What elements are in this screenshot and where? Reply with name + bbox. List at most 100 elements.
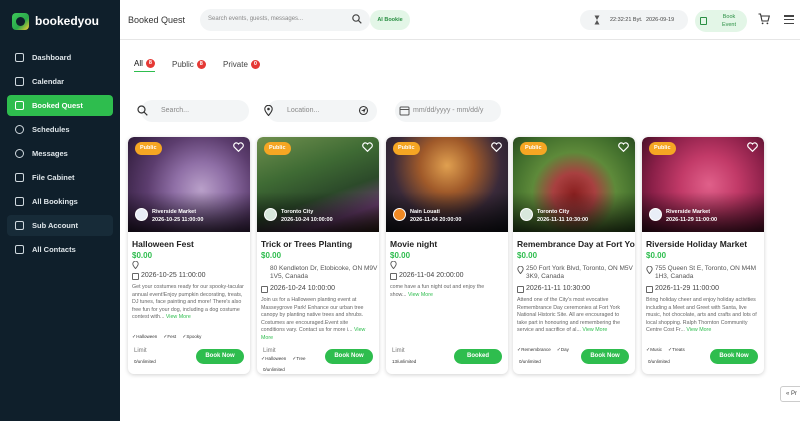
view-more-link[interactable]: View More <box>582 327 607 333</box>
tag: Remembrance <box>517 347 551 353</box>
event-description: Attend one of the City's most evocative … <box>517 297 621 334</box>
book-now-button[interactable]: Book Now <box>196 349 244 364</box>
event-price: $0.00 <box>132 251 153 260</box>
sidebar-item-schedules[interactable]: Schedules <box>7 119 113 140</box>
date-placeholder: mm/dd/yyyy - mm/dd/y <box>413 107 484 114</box>
book-event-button[interactable]: Book Event <box>695 10 747 32</box>
host-datetime: 2026-10-24 10:00:00 <box>281 217 333 223</box>
hourglass-icon <box>594 15 600 25</box>
event-price: $0.00 <box>517 251 538 260</box>
sidebar-item-label: All Contacts <box>32 245 76 254</box>
event-card[interactable]: Public Riverside Market 2026-10-25 11:00… <box>128 137 250 374</box>
sidebar-item-dashboard[interactable]: Dashboard <box>7 47 113 68</box>
limit-label: Limit <box>134 348 147 354</box>
calendar-icon <box>517 286 524 293</box>
tab-private[interactable]: Private 0 <box>223 56 260 72</box>
locate-me-icon[interactable] <box>358 105 369 116</box>
sidebar-item-calendar[interactable]: Calendar <box>7 71 113 92</box>
heart-icon[interactable] <box>747 142 758 152</box>
ai-bookie-button[interactable]: AI Bookie <box>370 10 410 30</box>
event-title[interactable]: Movie night <box>390 239 437 249</box>
avatar <box>135 208 148 221</box>
public-badge: Public <box>135 142 162 155</box>
event-card[interactable]: Public Nain Louati 2026-11-04 20:00:00 M… <box>386 137 508 374</box>
view-more-link[interactable]: View More <box>408 292 433 298</box>
limit-value: 13/unlimited <box>392 359 417 364</box>
brand-name: bookedyou <box>35 14 100 28</box>
sidebar-item-file-cabinet[interactable]: File Cabinet <box>7 167 113 188</box>
booked-button[interactable]: Booked <box>454 349 502 364</box>
event-description: Bring holiday cheer and enjoy holiday ac… <box>646 297 757 334</box>
view-more-link[interactable]: View More <box>166 314 191 320</box>
event-card[interactable]: Public Toronto City 2026-11-11 10:30:00 … <box>513 137 635 374</box>
file-icon <box>15 173 24 182</box>
event-tags: Remembrance Day <box>517 347 569 353</box>
host-name: Toronto City <box>281 209 314 215</box>
tab-count-badge: 8 <box>196 59 206 69</box>
heart-icon[interactable] <box>233 142 244 152</box>
public-badge: Public <box>649 142 676 155</box>
heart-icon[interactable] <box>618 142 629 152</box>
event-location: 80 Kendleton Dr, Etobicoke, ON M9V 1V5, … <box>270 265 378 280</box>
search-placeholder: Search events, guests, messages... <box>208 16 304 22</box>
global-search-input[interactable]: Search events, guests, messages... <box>200 9 370 31</box>
bookings-icon <box>15 197 24 206</box>
event-location: 755 Queen St E, Toronto, ON M4M 1H3, Can… <box>655 265 757 280</box>
chat-icon <box>15 149 24 158</box>
event-title[interactable]: Remembrance Day at Fort York <box>517 239 635 249</box>
sidebar-item-sub-account[interactable]: Sub Account <box>7 215 113 236</box>
book-event-label: Book Event <box>721 14 737 28</box>
book-now-button[interactable]: Book Now <box>325 349 373 364</box>
location-pin-icon <box>646 266 653 274</box>
tab-public[interactable]: Public 8 <box>172 56 206 72</box>
pagination-prev-button[interactable]: « Pr <box>780 386 800 402</box>
search-icon[interactable] <box>352 14 362 24</box>
calendar-icon <box>700 17 707 25</box>
public-badge: Public <box>393 142 420 155</box>
event-title[interactable]: Riverside Holiday Market <box>646 239 747 249</box>
menu-icon[interactable] <box>784 15 794 25</box>
host-name: Toronto City <box>537 209 570 215</box>
view-more-link[interactable]: View More <box>686 327 711 333</box>
sidebar-item-messages[interactable]: Messages <box>7 143 113 164</box>
host-name: Riverside Market <box>666 209 711 215</box>
event-search-input[interactable]: Search... <box>137 100 249 122</box>
sidebar-item-label: Booked Quest <box>32 101 83 110</box>
location-pin-icon <box>517 266 524 274</box>
sidebar-item-all-bookings[interactable]: All Bookings <box>7 191 113 212</box>
contacts-icon <box>15 245 24 254</box>
event-title[interactable]: Halloween Fest <box>132 239 194 249</box>
brand[interactable]: bookedyou <box>0 0 120 40</box>
tab-all[interactable]: All 8 <box>134 56 155 72</box>
cart-icon[interactable] <box>758 13 770 25</box>
event-card[interactable]: Public Toronto City 2026-10-24 10:00:00 … <box>257 137 379 374</box>
tab-label: Public <box>172 59 194 69</box>
event-date: 2026-10-25 11:00:00 <box>141 272 206 279</box>
heart-icon[interactable] <box>491 142 502 152</box>
tag: Treats <box>668 347 685 353</box>
book-now-button[interactable]: Book Now <box>581 349 629 364</box>
limit-value: 0/unlimited <box>134 359 156 364</box>
event-price: $0.00 <box>646 251 667 260</box>
avatar <box>393 208 406 221</box>
book-now-button[interactable]: Book Now <box>710 349 758 364</box>
top-header: Booked Quest Search events, guests, mess… <box>120 0 800 40</box>
sidebar-item-booked-quest[interactable]: Booked Quest <box>7 95 113 116</box>
event-date: 2026-11-04 20:00:00 <box>399 272 464 279</box>
event-title[interactable]: Trick or Trees Planting <box>261 239 352 249</box>
tag: Music <box>646 347 662 353</box>
event-price: $0.00 <box>261 251 282 260</box>
event-card[interactable]: Public Riverside Market 2026-11-29 11:00… <box>642 137 764 374</box>
event-price: $0.00 <box>390 251 411 260</box>
tag: Fest <box>163 334 176 340</box>
sidebar-item-all-contacts[interactable]: All Contacts <box>7 239 113 260</box>
location-pin-icon <box>264 105 273 116</box>
search-placeholder: Search... <box>161 107 190 114</box>
clock-time: 22:32:21 Byt. <box>610 17 643 23</box>
page-title: Booked Quest <box>128 15 186 25</box>
event-date: 2026-11-11 10:30:00 <box>526 285 590 292</box>
date-range-input[interactable]: mm/dd/yyyy - mm/dd/y <box>395 100 501 122</box>
heart-icon[interactable] <box>362 142 373 152</box>
location-input[interactable]: Location... <box>264 100 377 122</box>
calendar-icon <box>646 286 653 293</box>
